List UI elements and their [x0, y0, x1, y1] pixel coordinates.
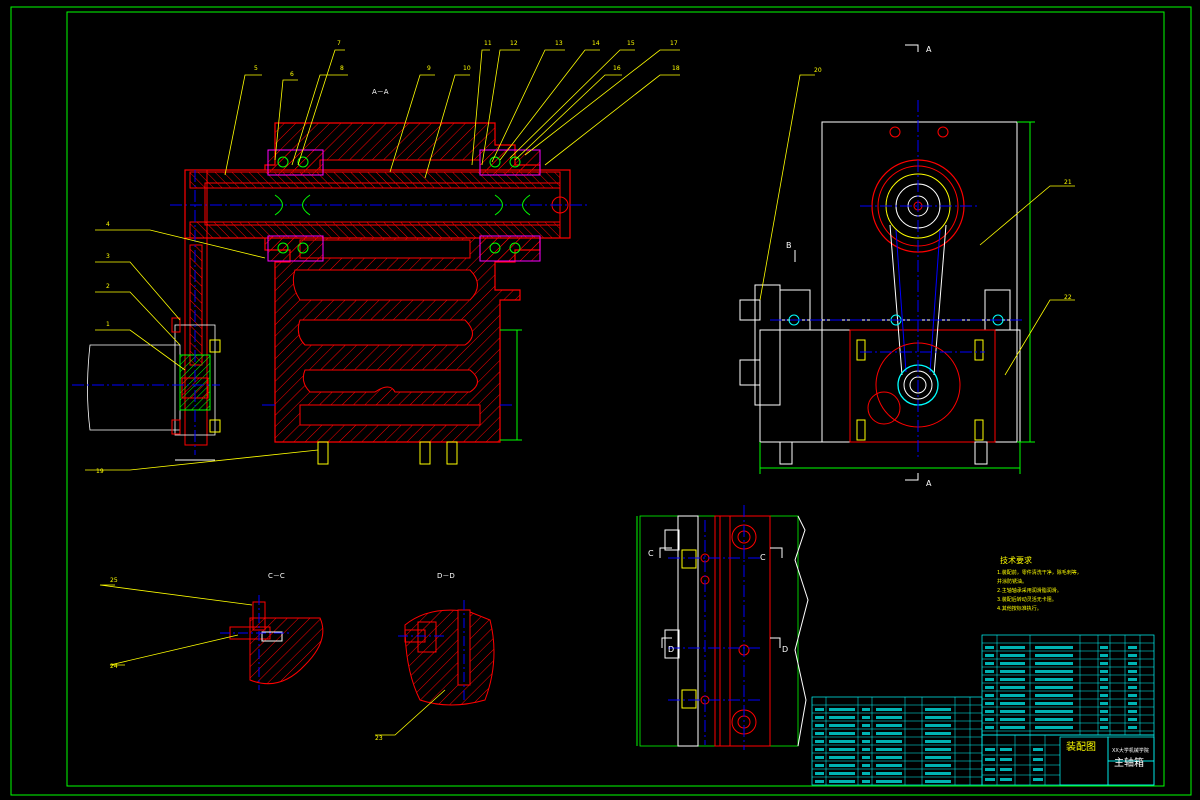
callout-7: 7: [337, 40, 341, 47]
company-label: XX大学机械学院: [1112, 747, 1149, 754]
callout-20: 20: [814, 67, 822, 74]
callout-2: 2: [106, 283, 110, 290]
callout-25: 25: [110, 577, 118, 584]
section-cc-title: C－C: [268, 572, 285, 580]
callout-15: 15: [627, 40, 635, 47]
cut-mark-d-right: D: [782, 645, 788, 654]
tech-req-line: 2.主轴轴承采用润滑脂润滑。: [997, 587, 1062, 594]
technical-requirements: 技术要求 1.装配前，零件清洗干净，除毛刺等， 并涂防锈油。 2.主轴轴承采用润滑…: [997, 555, 1082, 612]
tech-req-lines: 1.装配前，零件清洗干净，除毛刺等， 并涂防锈油。 2.主轴轴承采用润滑脂润滑。 3…: [997, 569, 1082, 612]
side-view: [739, 44, 1035, 481]
callout-18: 18: [672, 65, 680, 72]
cut-mark-c-right: C: [760, 553, 766, 562]
tech-req-line: 1.装配前，零件清洗干净，除毛刺等，: [997, 569, 1082, 576]
main-section-view: [170, 122, 590, 465]
table-cells: [815, 646, 1137, 783]
tech-req-line: 4.其他按标准执行。: [997, 605, 1042, 612]
cut-mark-d-left: D: [668, 645, 674, 654]
drawing-type-label: 装配图: [1066, 740, 1096, 753]
section-dd-view: [398, 600, 495, 706]
detail-callout-labels: 25 24 23: [110, 577, 383, 742]
callout-22: 22: [1064, 294, 1072, 301]
tech-req-line: 并涂防锈油。: [997, 578, 1027, 585]
callout-17: 17: [670, 40, 678, 47]
callout-19: 19: [96, 468, 104, 475]
callout-11: 11: [484, 40, 492, 47]
callout-5: 5: [254, 65, 258, 72]
callout-9: 9: [427, 65, 431, 72]
cad-drawing-canvas: 7568 9 1011 12 13 14 15 1716 18432119 A－A: [10, 6, 1192, 796]
tech-req-line: 3.装配后转动灵活无卡阻。: [997, 596, 1057, 603]
callout-3: 3: [106, 253, 110, 260]
cut-mark-c-left: C: [648, 549, 654, 558]
callout-21: 21: [1064, 179, 1072, 186]
cut-mark-a-bottom: A: [926, 479, 932, 488]
callout-14: 14: [592, 40, 600, 47]
callout-23: 23: [375, 735, 383, 742]
callout-4: 4: [106, 221, 110, 228]
section-aa-title: A－A: [372, 88, 389, 96]
callout-1: 1: [106, 321, 110, 328]
cut-mark-b: B: [786, 241, 792, 250]
section-dd-title: D－D: [437, 572, 455, 580]
callout-16: 16: [613, 65, 621, 72]
callout-10: 10: [463, 65, 471, 72]
callout-8: 8: [340, 65, 344, 72]
callout-24: 24: [110, 663, 118, 670]
drawing-name-label: 主轴箱: [1114, 756, 1144, 769]
section-cc-view: [220, 595, 324, 690]
callout-6: 6: [290, 71, 294, 78]
callout-12: 12: [510, 40, 518, 47]
tech-req-heading: 技术要求: [1000, 555, 1032, 565]
detail-view: [636, 505, 809, 750]
callout-13: 13: [555, 40, 563, 47]
cut-mark-a-top: A: [926, 45, 932, 54]
